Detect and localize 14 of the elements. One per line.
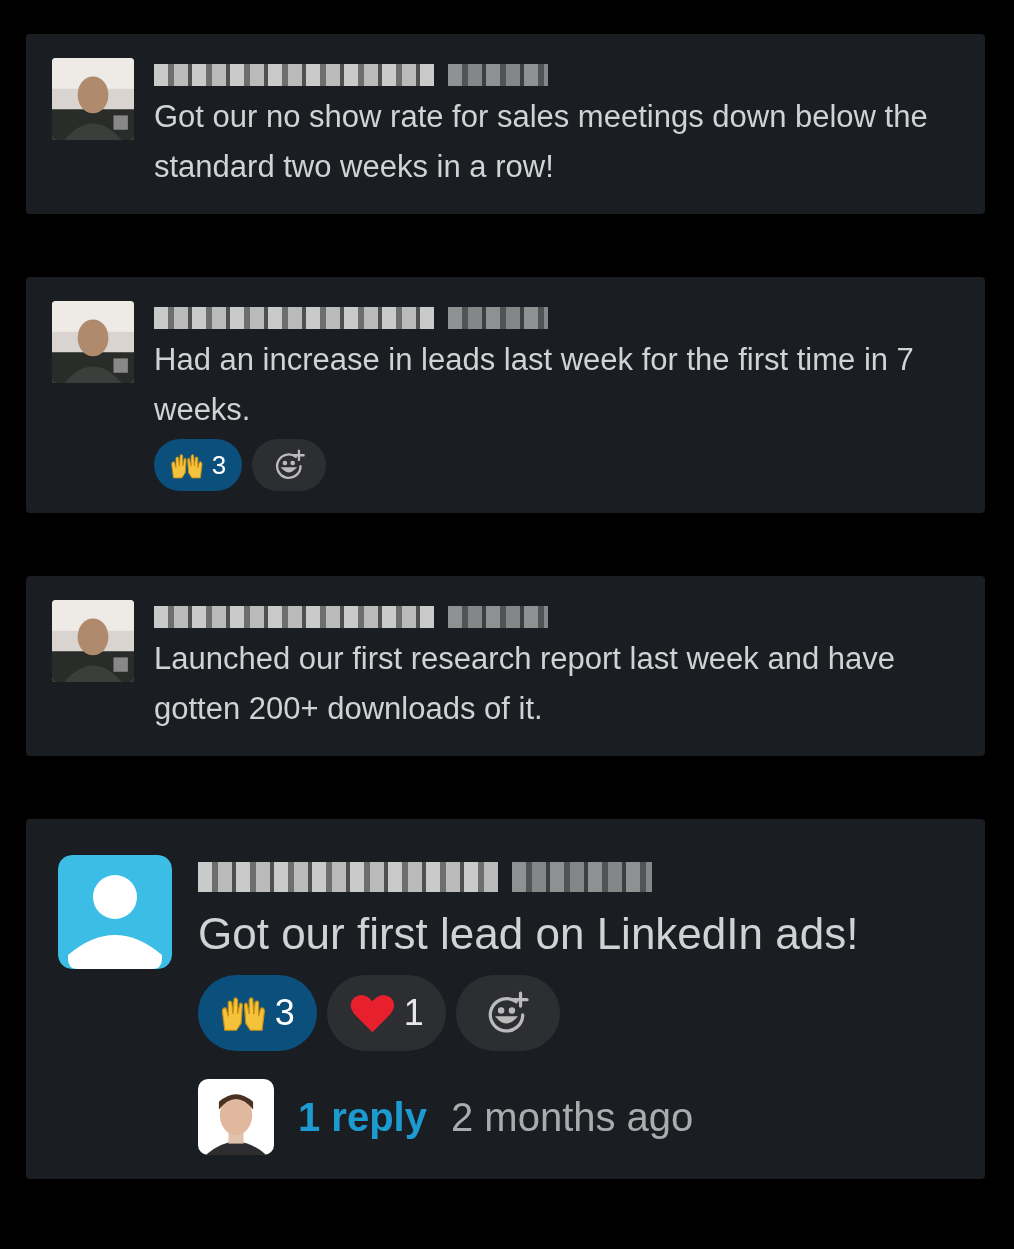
message-text: Had an increase in leads last week for the first time in 7 weeks.: [154, 341, 915, 429]
heart-icon: [348, 992, 396, 1034]
reaction-button[interactable]: 3: [198, 975, 317, 1051]
reply-count-link[interactable]: 1 reply: [298, 1094, 427, 1140]
reaction-button[interactable]: 3: [154, 439, 243, 491]
reaction-button[interactable]: 1: [326, 975, 446, 1051]
message-text: Got our no show rate for sales meetings down below the standard two weeks in a row!: [154, 98, 929, 186]
message-text: Got our first lead on LinkedIn ads!: [198, 908, 860, 960]
add-reaction-icon: [486, 991, 530, 1035]
add-reaction-button[interactable]: [252, 439, 327, 491]
user-avatar-icon: [58, 855, 172, 969]
message-text: Launched our first research report last week and have gotten 200+ downloads of it.: [154, 640, 896, 728]
reply-time: 2 months ago: [450, 1094, 694, 1140]
add-reaction-icon: [273, 449, 305, 481]
